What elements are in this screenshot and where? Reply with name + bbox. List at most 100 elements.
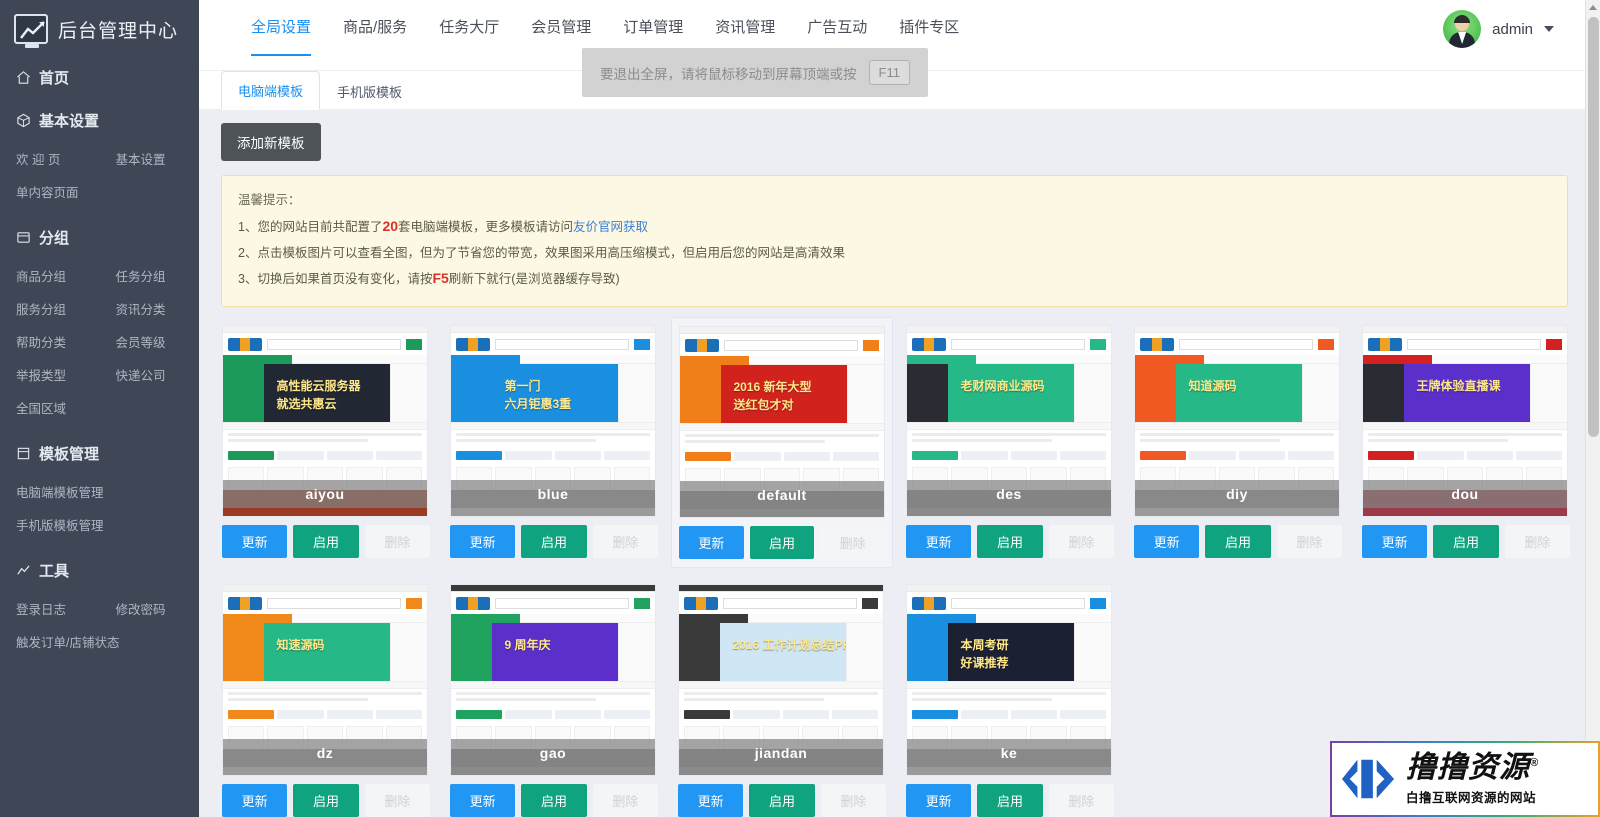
sidebar-item-service-group[interactable]: 服务分组 bbox=[0, 292, 100, 325]
enable-button[interactable]: 启用 bbox=[521, 525, 587, 559]
brand-title: 后台管理中心 bbox=[58, 20, 179, 42]
update-button[interactable]: 更新 bbox=[222, 525, 288, 559]
enable-button[interactable]: 启用 bbox=[977, 525, 1043, 559]
sidebar-item-task-group[interactable]: 任务分组 bbox=[100, 259, 200, 292]
tip-title: 温馨提示： bbox=[238, 193, 301, 207]
delete-button: 删除 bbox=[1048, 784, 1114, 817]
sidebar-item-pc-template-manage[interactable]: 电脑端模板管理 bbox=[0, 475, 199, 508]
username-label: admin bbox=[1492, 20, 1533, 38]
sidebar-sublist-basic: 欢 迎 页 基本设置 单内容页面 bbox=[0, 140, 199, 214]
registered-mark: ® bbox=[1530, 756, 1540, 769]
user-menu[interactable]: admin bbox=[1443, 10, 1554, 48]
template-card[interactable]: 知道源码 diy 更新 启用 删除 bbox=[1127, 317, 1349, 568]
tip-line-3: 3、切换后如果首页没有变化，请按F5刷新下就行(是浏览器缓存导致) bbox=[238, 265, 1551, 292]
template-thumbnail[interactable]: 知道源码 diy bbox=[1134, 325, 1340, 518]
content-panel: 添加新模板 温馨提示： 1、您的网站目前共配置了20套电脑端模板，更多模板请访问… bbox=[199, 109, 1600, 817]
enable-button[interactable]: 启用 bbox=[749, 784, 815, 817]
sidebar-group-header-grouping[interactable]: 分组 bbox=[0, 218, 199, 257]
template-card[interactable]: 第一门 六月钜惠3重 blue 更新 启用 删除 bbox=[443, 317, 665, 568]
sidebar-item-express-company[interactable]: 快递公司 bbox=[100, 358, 200, 391]
add-template-button[interactable]: 添加新模板 bbox=[221, 123, 321, 161]
watermark-text: 撸撸资源® 白撸互联网资源的网站 bbox=[1406, 752, 1540, 806]
tab-global-settings[interactable]: 全局设置 bbox=[235, 0, 327, 56]
update-button[interactable]: 更新 bbox=[1134, 525, 1200, 559]
sidebar-home-label: 首页 bbox=[39, 70, 70, 87]
update-button[interactable]: 更新 bbox=[450, 784, 516, 817]
enable-button[interactable]: 启用 bbox=[1205, 525, 1271, 559]
monitor-chart-icon bbox=[14, 14, 48, 48]
chevron-down-icon[interactable] bbox=[1544, 26, 1554, 32]
template-actions: 更新 启用 删除 bbox=[222, 525, 430, 559]
template-thumbnail[interactable]: 第一门 六月钜惠3重 blue bbox=[450, 325, 656, 518]
enable-button[interactable]: 启用 bbox=[293, 784, 359, 817]
sidebar-item-mobile-template-manage[interactable]: 手机版模板管理 bbox=[0, 508, 199, 541]
template-name: jiandan bbox=[679, 739, 883, 768]
update-button[interactable]: 更新 bbox=[222, 784, 288, 817]
template-card[interactable]: 老财网商业源码 des 更新 启用 删除 bbox=[899, 317, 1121, 568]
template-thumbnail[interactable]: 2016 工作计划总结PPT模板 jiandan bbox=[678, 584, 884, 777]
update-button[interactable]: 更新 bbox=[1362, 525, 1428, 559]
template-thumbnail[interactable]: 本周考研 好课推荐 ke bbox=[906, 584, 1112, 777]
sidebar-item-news-category[interactable]: 资讯分类 bbox=[100, 292, 200, 325]
sidebar-item-help-category[interactable]: 帮助分类 bbox=[0, 325, 100, 358]
sidebar-item-product-group[interactable]: 商品分组 bbox=[0, 259, 100, 292]
vertical-scrollbar[interactable] bbox=[1585, 0, 1600, 817]
update-button[interactable]: 更新 bbox=[679, 526, 744, 560]
official-site-link[interactable]: 友价官网获取 bbox=[573, 220, 648, 234]
sidebar-item-basic-settings[interactable]: 基本设置 bbox=[100, 142, 200, 175]
tab-task-hall[interactable]: 任务大厅 bbox=[423, 0, 515, 56]
template-name: diy bbox=[1135, 480, 1339, 509]
template-card[interactable]: 9 周年庆 gao 更新 启用 删除 bbox=[443, 576, 665, 817]
sidebar-item-national-region[interactable]: 全国区域 bbox=[0, 391, 199, 424]
sidebar-item-report-type[interactable]: 举报类型 bbox=[0, 358, 100, 391]
arrow-up-icon[interactable] bbox=[1586, 0, 1600, 15]
template-card[interactable]: 2016 新年大型 送红包才对 default 更新 启用 删除 bbox=[671, 317, 893, 569]
template-thumbnail[interactable]: 王牌体验直播课 dou bbox=[1362, 325, 1568, 518]
update-button[interactable]: 更新 bbox=[678, 784, 744, 817]
enable-button[interactable]: 启用 bbox=[293, 525, 359, 559]
enable-button[interactable]: 启用 bbox=[1433, 525, 1499, 559]
template-card[interactable]: 高性能云服务器 就选共惠云 aiyou 更新 启用 删除 bbox=[215, 317, 437, 568]
sidebar-group-template: 模板管理 电脑端模板管理 手机版模板管理 bbox=[0, 434, 199, 547]
template-thumbnail[interactable]: 2016 新年大型 送红包才对 default bbox=[679, 326, 885, 519]
enable-button[interactable]: 启用 bbox=[521, 784, 587, 817]
template-card[interactable]: 王牌体验直播课 dou 更新 启用 删除 bbox=[1355, 317, 1577, 568]
sidebar-group-header-basic[interactable]: 基本设置 bbox=[0, 101, 199, 140]
template-thumbnail[interactable]: 知速源码 dz bbox=[222, 584, 428, 777]
sidebar-item-home[interactable]: 首页 bbox=[0, 58, 199, 97]
sidebar-item-welcome-page[interactable]: 欢 迎 页 bbox=[0, 142, 100, 175]
sidebar-group-title: 基本设置 bbox=[39, 113, 100, 130]
template-card[interactable]: 2016 工作计划总结PPT模板 jiandan 更新 启用 删除 bbox=[671, 576, 893, 817]
tip-template-count: 20 bbox=[382, 218, 399, 235]
template-card[interactable]: 知速源码 dz 更新 启用 删除 bbox=[215, 576, 437, 817]
sidebar-group-header-tools[interactable]: 工具 bbox=[0, 551, 199, 590]
tab-pc-template[interactable]: 电脑端模板 bbox=[221, 71, 321, 110]
app-root: 后台管理中心 首页 基本设置 欢 迎 页 基本设置 单内容页面 分组 商品分组 … bbox=[0, 0, 1600, 817]
template-thumbnail[interactable]: 9 周年庆 gao bbox=[450, 584, 656, 777]
sidebar-item-login-log[interactable]: 登录日志 bbox=[0, 592, 100, 625]
sidebar-item-trigger-order-shop-status[interactable]: 触发订单/店铺状态 bbox=[0, 625, 199, 658]
update-button[interactable]: 更新 bbox=[906, 784, 972, 817]
template-card[interactable]: 本周考研 好课推荐 ke 更新 启用 删除 bbox=[899, 576, 1121, 817]
template-name: ke bbox=[907, 739, 1111, 768]
template-thumbnail[interactable]: 老财网商业源码 des bbox=[906, 325, 1112, 518]
update-button[interactable]: 更新 bbox=[450, 525, 516, 559]
delete-button: 删除 bbox=[364, 784, 430, 817]
template-thumbnail[interactable]: 高性能云服务器 就选共惠云 aiyou bbox=[222, 325, 428, 518]
sidebar-item-change-password[interactable]: 修改密码 bbox=[100, 592, 200, 625]
sidebar-item-member-level[interactable]: 会员等级 bbox=[100, 325, 200, 358]
sidebar-group-header-template[interactable]: 模板管理 bbox=[0, 434, 199, 473]
brand: 后台管理中心 bbox=[0, 0, 199, 58]
tab-products-services[interactable]: 商品/服务 bbox=[327, 0, 423, 56]
scrollbar-thumb[interactable] bbox=[1588, 17, 1599, 437]
cube-icon bbox=[16, 113, 31, 128]
template-actions: 更新 启用 删除 bbox=[222, 784, 430, 817]
enable-button[interactable]: 启用 bbox=[977, 784, 1043, 817]
tip-box: 温馨提示： 1、您的网站目前共配置了20套电脑端模板，更多模板请访问友价官网获取… bbox=[221, 175, 1568, 308]
sidebar-item-single-content-page[interactable]: 单内容页面 bbox=[0, 175, 199, 208]
template-actions: 更新 启用 删除 bbox=[678, 784, 886, 817]
delete-button: 删除 bbox=[592, 525, 658, 559]
enable-button[interactable]: 启用 bbox=[749, 526, 815, 560]
update-button[interactable]: 更新 bbox=[906, 525, 972, 559]
tab-mobile-template[interactable]: 手机版模板 bbox=[320, 72, 419, 110]
